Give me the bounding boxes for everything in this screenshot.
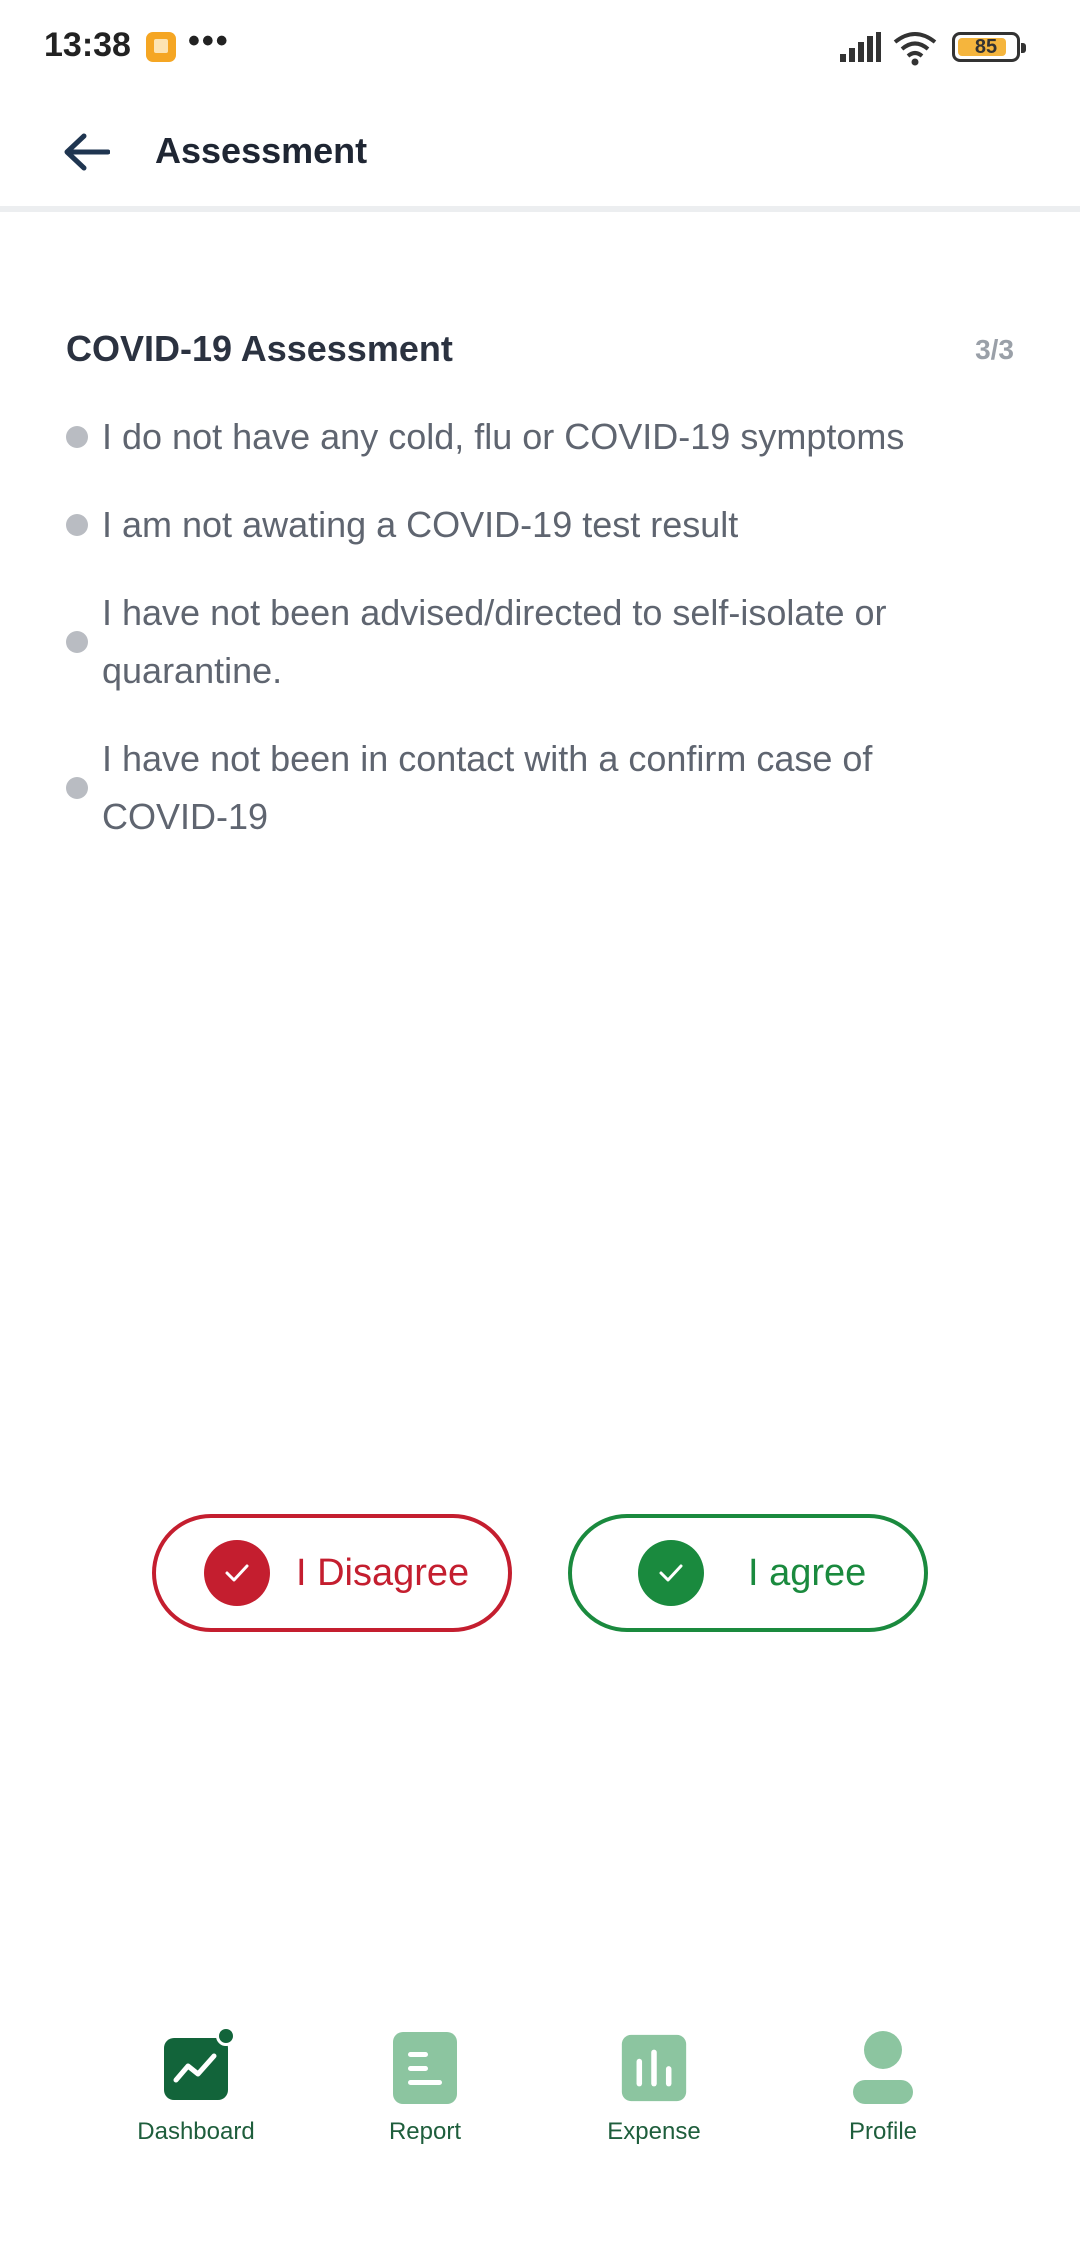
statement-list: I do not have any cold, flu or COVID-19 …	[66, 408, 966, 876]
nav-item-report[interactable]: Report	[325, 2030, 525, 2146]
nav-label: Expense	[607, 2118, 701, 2145]
check-icon	[204, 1540, 270, 1606]
statement-item: I have not been advised/directed to self…	[66, 584, 966, 700]
page-title: Assessment	[155, 130, 368, 171]
battery-tip	[1021, 43, 1026, 53]
statement-item: I am not awating a COVID-19 test result	[66, 496, 966, 554]
cellular-signal-icon	[840, 32, 881, 62]
nav-item-profile[interactable]: Profile	[783, 2030, 983, 2146]
more-notifications-icon: •••	[188, 22, 230, 60]
step-indicator: 3/3	[975, 334, 1014, 365]
bullet-icon	[66, 514, 88, 536]
status-bar: 13:38 ••• 85	[0, 0, 1080, 96]
dashboard-chart-icon	[162, 2026, 236, 2106]
status-time: 13:38	[44, 26, 131, 64]
bullet-icon	[66, 777, 88, 799]
agree-button[interactable]: I agree	[568, 1514, 928, 1632]
notification-app-icon	[146, 32, 176, 62]
statement-text: I have not been advised/directed to self…	[102, 592, 887, 691]
nav-label: Dashboard	[137, 2118, 255, 2145]
statement-text: I have not been in contact with a confir…	[102, 738, 873, 837]
agree-label: I agree	[748, 1551, 867, 1594]
arrow-left-icon	[64, 133, 110, 171]
nav-item-expense[interactable]: Expense	[554, 2030, 754, 2146]
bottom-navigation: Dashboard Report Expense Profile	[0, 2026, 1080, 2170]
statement-text: I do not have any cold, flu or COVID-19 …	[102, 416, 905, 457]
wifi-icon	[893, 32, 937, 66]
report-icon	[391, 2030, 459, 2106]
disagree-button[interactable]: I Disagree	[152, 1514, 512, 1632]
nav-label: Profile	[848, 2118, 918, 2145]
battery-icon: 85	[952, 32, 1026, 62]
disagree-label: I Disagree	[296, 1551, 470, 1594]
nav-item-dashboard[interactable]: Dashboard	[96, 2026, 296, 2146]
assessment-title: COVID-19 Assessment	[66, 328, 453, 369]
bullet-icon	[66, 631, 88, 653]
statement-item: I have not been in contact with a confir…	[66, 730, 966, 846]
check-icon	[638, 1540, 704, 1606]
expense-bars-icon	[620, 2030, 688, 2106]
back-button[interactable]	[50, 120, 122, 184]
notification-badge	[216, 2026, 236, 2046]
battery-percentage: 85	[974, 36, 998, 58]
bullet-icon	[66, 426, 88, 448]
app-header: Assessment	[0, 96, 1080, 212]
statement-item: I do not have any cold, flu or COVID-19 …	[66, 408, 966, 466]
nav-label: Report	[388, 2118, 462, 2145]
profile-icon	[849, 2030, 917, 2106]
statement-text: I am not awating a COVID-19 test result	[102, 504, 739, 545]
